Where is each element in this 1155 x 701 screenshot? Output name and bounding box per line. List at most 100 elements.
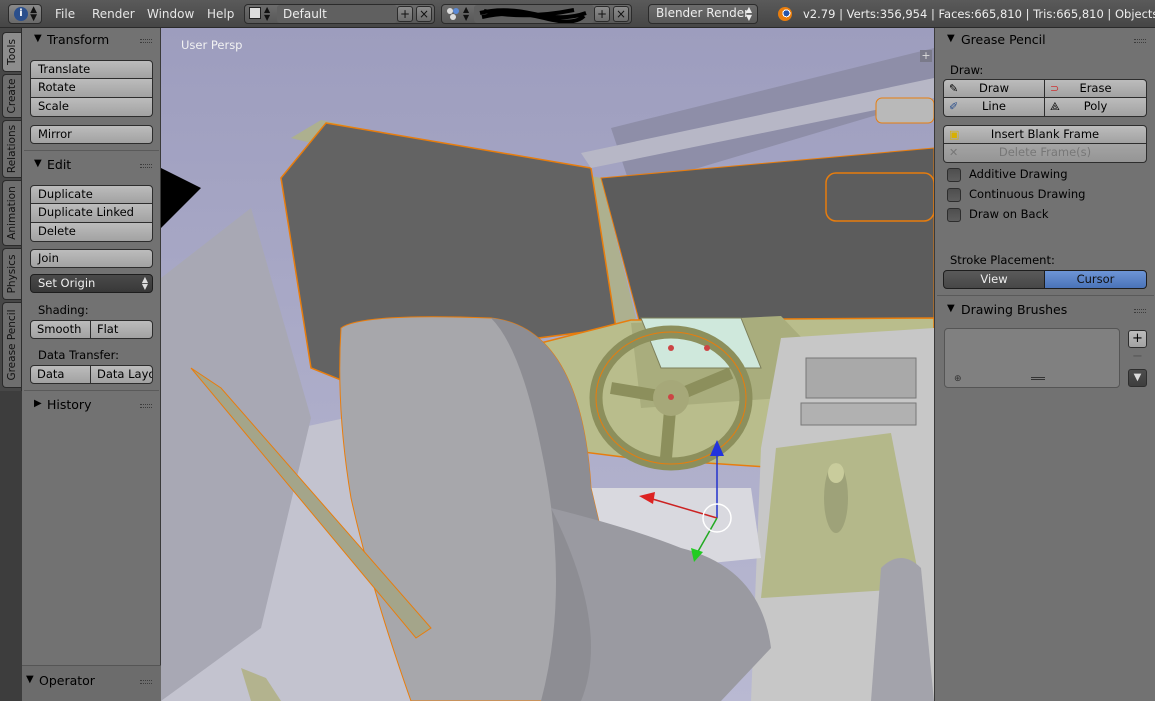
menu-file[interactable]: File <box>55 6 75 22</box>
panel-title: Transform <box>47 32 110 47</box>
duplicate-linked-button[interactable]: Duplicate Linked <box>30 204 153 223</box>
drag-grip-icon[interactable] <box>140 164 152 168</box>
redaction-scribble <box>479 8 587 23</box>
pencil-icon: ✎ <box>949 82 959 95</box>
duplicate-button[interactable]: Duplicate <box>30 185 153 204</box>
drag-grip-icon[interactable] <box>140 680 152 684</box>
scene-name[interactable] <box>474 5 594 23</box>
new-frame-icon: ▣ <box>949 128 960 141</box>
render-engine-label: Blender Render <box>656 6 750 20</box>
updown-arrows-icon: ▲ ▼ <box>141 275 148 291</box>
tab-relations[interactable]: Relations <box>2 120 21 178</box>
erase-label-text: Erase <box>1079 81 1112 95</box>
rotate-button[interactable]: Rotate <box>30 79 153 98</box>
screen-layout-selector[interactable]: ▲ ▼ Default + × <box>244 4 435 24</box>
mirror-button[interactable]: Mirror <box>30 125 153 144</box>
viewport-scene[interactable] <box>161 28 934 701</box>
menu-render[interactable]: Render <box>92 6 135 22</box>
draw-label-text: Draw <box>978 81 1010 95</box>
drag-grip-icon[interactable] <box>140 39 152 43</box>
tab-tools[interactable]: Tools <box>2 32 21 72</box>
tab-label: Create <box>6 78 18 114</box>
line-button[interactable]: ✐ Line <box>943 98 1045 117</box>
data-transfer-label: Data Transfer: <box>38 348 120 362</box>
erase-button[interactable]: ⊃ Erase <box>1044 79 1147 98</box>
tab-animation[interactable]: Animation <box>2 180 21 246</box>
resize-handle-icon[interactable] <box>1031 377 1045 380</box>
line-label-text: Line <box>982 99 1006 113</box>
flat-button[interactable]: Flat <box>90 320 153 339</box>
updown-arrows-icon: ▲ ▼ <box>463 5 470 22</box>
screen-layout-name[interactable]: Default <box>277 5 397 23</box>
drawing-brushes-panel-header[interactable]: ▼ Drawing Brushes <box>935 300 1155 320</box>
poly-label-text: Poly <box>1083 99 1108 113</box>
continuous-drawing-checkbox[interactable] <box>947 188 961 202</box>
add-scene-icon[interactable]: + <box>594 6 610 22</box>
stroke-placement-cursor-button[interactable]: Cursor <box>1044 270 1147 289</box>
scene-icon <box>446 7 460 20</box>
drag-grip-icon[interactable] <box>1134 39 1146 43</box>
add-layout-icon[interactable]: + <box>397 6 413 22</box>
delete-frames-button[interactable]: ✕ Delete Frame(s) <box>943 144 1147 163</box>
properties-toggle-icon[interactable]: + <box>920 50 932 62</box>
info-header: i ▲ ▼ File Render Window Help ▲ ▼ Default … <box>0 0 1155 28</box>
panel-title: Operator <box>39 673 95 688</box>
collapse-triangle-icon: ▼ <box>947 303 955 314</box>
brush-list[interactable]: ⊕ <box>944 328 1120 388</box>
data-layout-button[interactable]: Data Layo <box>90 365 153 384</box>
edit-panel-header[interactable]: ▼ Edit <box>22 155 161 175</box>
brush-specials-icon[interactable]: ▼ <box>1128 369 1147 387</box>
drag-grip-icon[interactable] <box>1134 309 1146 313</box>
set-origin-menu[interactable]: Set Origin ▲ ▼ <box>30 274 153 293</box>
menu-help[interactable]: Help <box>207 6 234 22</box>
delete-button[interactable]: Delete <box>30 223 153 242</box>
stroke-placement-view-button[interactable]: View <box>943 270 1045 289</box>
delete-frames-label: Delete Frame(s) <box>998 145 1092 159</box>
layout-grid-icon <box>249 7 261 19</box>
tab-create[interactable]: Create <box>2 74 21 118</box>
remove-layout-icon[interactable]: × <box>416 6 432 22</box>
draw-button[interactable]: ✎ Draw <box>943 79 1045 98</box>
panel-separator <box>24 390 159 391</box>
remove-brush-icon[interactable]: − <box>1128 349 1147 367</box>
data-transfer-button[interactable]: Data <box>30 365 91 384</box>
history-panel-header[interactable]: ▶ History <box>22 395 161 415</box>
view-name-label: User Persp <box>181 38 243 52</box>
grease-pencil-panel-header[interactable]: ▼ Grease Pencil <box>935 30 1155 50</box>
tab-physics[interactable]: Physics <box>2 248 21 300</box>
3d-viewport[interactable]: User Persp + <box>161 28 934 701</box>
panel-title: History <box>47 397 92 412</box>
insert-blank-frame-button[interactable]: ▣ Insert Blank Frame <box>943 125 1147 144</box>
editor-type-selector[interactable]: i ▲ ▼ <box>8 4 42 24</box>
filter-toggle-icon[interactable]: ⊕ <box>954 374 962 384</box>
join-button[interactable]: Join <box>30 249 153 268</box>
polygon-icon: ⟁ <box>1050 100 1060 113</box>
translate-button[interactable]: Translate <box>30 60 153 79</box>
expand-triangle-icon: ▶ <box>34 398 42 409</box>
render-engine-selector[interactable]: Blender Render ▲ ▼ <box>648 4 758 24</box>
tab-grease-pencil[interactable]: Grease Pencil <box>2 302 21 388</box>
remove-scene-icon[interactable]: × <box>613 6 629 22</box>
draw-label: Draw: <box>950 63 984 77</box>
poly-button[interactable]: ⟁ Poly <box>1044 98 1147 117</box>
panel-separator <box>937 295 1154 296</box>
menu-window[interactable]: Window <box>147 6 194 22</box>
operator-panel-header[interactable]: ▼ Operator <box>14 671 153 691</box>
panel-title: Grease Pencil <box>961 32 1046 47</box>
tab-label: Relations <box>6 124 18 174</box>
scene-selector[interactable]: ▲ ▼ + × <box>441 4 632 24</box>
toolshelf-tabs: Tools Create Relations Animation Physics… <box>0 28 22 391</box>
scale-button[interactable]: Scale <box>30 98 153 117</box>
add-brush-icon[interactable]: + <box>1128 330 1147 348</box>
transform-panel-header[interactable]: ▼ Transform <box>22 30 161 50</box>
drag-grip-icon[interactable] <box>140 404 152 408</box>
panel-title: Drawing Brushes <box>961 302 1068 317</box>
collapse-triangle-icon: ▼ <box>947 33 955 44</box>
smooth-button[interactable]: Smooth <box>30 320 91 339</box>
tab-label: Tools <box>6 39 18 65</box>
stroke-placement-label: Stroke Placement: <box>950 253 1055 267</box>
draw-on-back-checkbox[interactable] <box>947 208 961 222</box>
continuous-drawing-label: Continuous Drawing <box>969 187 1086 201</box>
draw-on-back-label: Draw on Back <box>969 207 1049 221</box>
additive-drawing-checkbox[interactable] <box>947 168 961 182</box>
